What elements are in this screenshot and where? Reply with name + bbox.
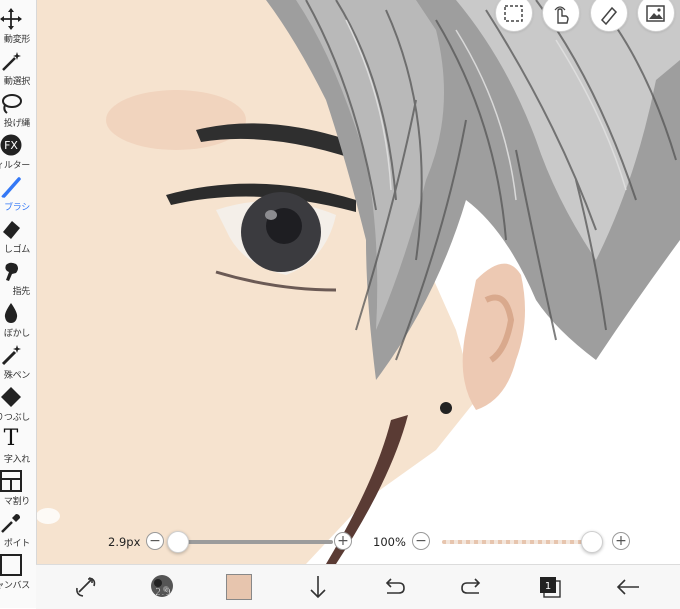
undo-icon [385,578,405,594]
tool-special-pen[interactable]: 殊ペン [0,342,36,384]
back-arrow-icon [616,579,639,595]
tool-eyedropper[interactable]: ポイト [0,510,36,552]
tool-label: ポイト [3,539,30,549]
tool-label: 投げ縄 [3,119,30,129]
tool-bar: 動変形 動選択 投げ縄 FX ィルター ブラシ しゴム [0,0,37,608]
tool-filter[interactable]: FX ィルター [0,132,36,174]
tool-finger[interactable]: 指先 [0,258,36,300]
tool-text[interactable]: T 字入れ [0,426,36,468]
ruler-icon [600,6,618,25]
eraser-icon [3,221,20,239]
special-pen-icon [1,345,21,366]
brush-preview-icon: 2.9 [151,575,173,598]
magic-wand-icon [2,52,21,71]
brush-icon [1,177,21,198]
tool-magic-wand[interactable]: 動選択 [0,48,36,90]
minus-icon: − [415,533,427,549]
tool-label: 殊ペン [3,371,30,381]
opacity-value: 100% [373,535,406,549]
tool-brush[interactable]: ブラシ [0,174,36,216]
layer-count: 1 [545,581,551,592]
tool-label: 動変形 [3,35,30,45]
opacity-minus-button[interactable]: − [412,532,430,550]
artwork [36,0,680,564]
canvas-icon [0,554,22,576]
color-button[interactable] [218,565,262,609]
finger-icon [5,262,18,281]
tool-label: ャンバス [0,581,30,591]
tool-label: 動選択 [3,77,30,87]
brush-size-knob[interactable] [167,531,189,553]
color-swatch [226,574,252,600]
brush-preview-button[interactable]: 2.9 [140,565,184,609]
brush-size-minus-button[interactable]: − [146,532,164,550]
slider-row: 2.9px − + 100% − + [36,530,680,556]
text-icon: T [3,426,19,451]
fill-icon [1,387,21,407]
tool-frame-divide[interactable]: マ割り [0,468,36,510]
brush-preview-size: 2.9 [155,587,171,598]
tool-label: 字入れ [3,455,30,465]
redo-icon [461,578,481,594]
tool-label: マ割り [3,497,30,507]
fx-text: FX [4,139,18,152]
bottom-bar: 2.9 1 [36,564,680,609]
tool-label: しゴム [3,245,30,255]
selection-icon [504,5,523,22]
opacity-track[interactable] [442,540,592,544]
lasso-icon [2,94,22,114]
tool-fill[interactable]: りつぶし [0,384,36,426]
transform-icon [76,577,96,597]
opacity-knob[interactable] [581,531,603,553]
plus-icon: + [615,533,627,549]
frame-divide-icon [0,470,22,492]
eyedropper-icon [1,514,20,533]
download-button[interactable] [296,565,340,609]
tool-label: ぼかし [3,329,30,339]
tool-label: ブラシ [4,203,30,213]
drawing-canvas[interactable] [36,0,680,564]
back-button[interactable] [606,565,650,609]
brush-size-plus-button[interactable]: + [334,532,352,550]
tool-label: ィルター [0,161,30,171]
tool-lasso[interactable]: 投げ縄 [0,90,36,132]
redo-button[interactable] [450,565,494,609]
fx-icon: FX [0,134,22,156]
tool-move[interactable]: 動変形 [0,6,36,48]
layer-image-icon [646,5,665,22]
minus-icon: − [149,533,161,549]
plus-icon: + [337,533,349,549]
brush-size-track[interactable] [178,540,333,544]
tool-canvas[interactable]: ャンバス [0,552,36,594]
download-arrow-icon [310,576,326,599]
tool-label: りつぶし [0,413,30,423]
tool-eraser[interactable]: しゴム [0,216,36,258]
gesture-icon [554,6,569,24]
layers-icon: 1 [540,577,561,598]
layers-button[interactable]: 1 [528,565,572,609]
transform-button[interactable] [64,565,108,609]
tool-blur[interactable]: ぼかし [0,300,36,342]
undo-button[interactable] [372,565,416,609]
move-icon [0,8,22,30]
blur-drop-icon [4,303,18,323]
tool-label: 指先 [12,287,31,297]
opacity-plus-button[interactable]: + [612,532,630,550]
brush-size-value: 2.9px [108,535,141,549]
